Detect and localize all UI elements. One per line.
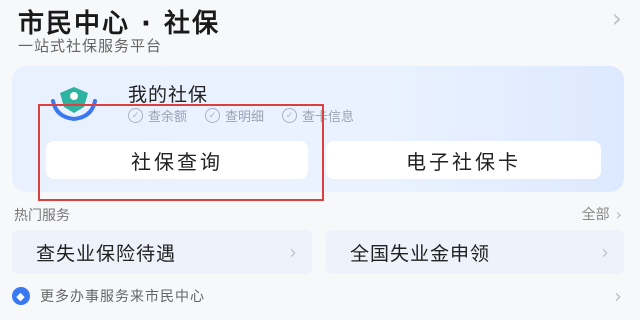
citizen-center-icon: ◆ xyxy=(12,287,30,305)
more-services-link[interactable]: ◆ 更多办事服务来市民中心 xyxy=(12,286,205,306)
service-unemployment-benefits[interactable]: 查失业保险待遇 › xyxy=(12,230,312,274)
footer-text: 更多办事服务来市民中心 xyxy=(40,289,205,305)
card-title: 我的社保 xyxy=(128,84,209,106)
chevron-right-icon: › xyxy=(289,240,298,264)
chevron-right-icon: › xyxy=(615,204,622,224)
highlight-box xyxy=(38,104,324,201)
view-all-link[interactable]: 全部 › xyxy=(582,204,622,224)
service-label: 全国失业金申领 xyxy=(350,242,491,265)
electronic-social-security-card-button[interactable]: 电子社保卡 xyxy=(326,141,601,179)
chevron-right-icon: › xyxy=(601,240,610,264)
view-all-label: 全部 xyxy=(581,207,610,223)
footer-chevron-right-icon[interactable]: › xyxy=(614,284,622,308)
header-chevron-right-icon[interactable]: › xyxy=(612,4,622,34)
service-label: 查失业保险待遇 xyxy=(36,242,177,265)
service-unemployment-claim[interactable]: 全国失业金申领 › xyxy=(326,230,624,274)
hot-services-title: 热门服务 xyxy=(14,208,70,224)
page-subtitle: 一站式社保服务平台 xyxy=(18,37,163,55)
